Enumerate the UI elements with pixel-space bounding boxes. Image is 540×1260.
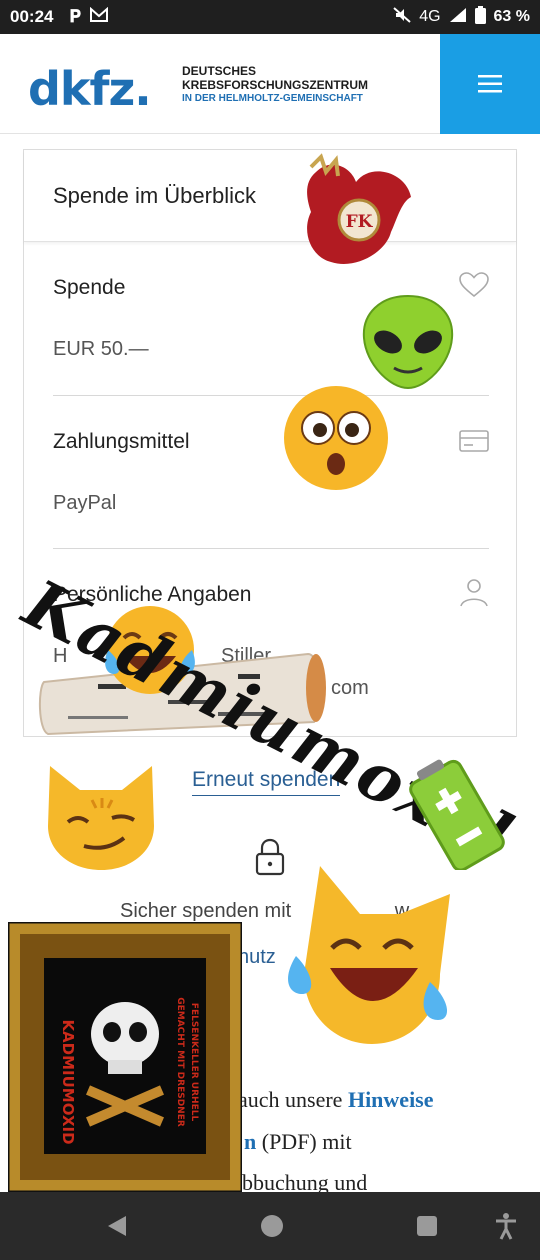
payment-section: Zahlungsmittel PayPal (53, 396, 489, 549)
battery-emoji-sticker (404, 758, 508, 875)
mute-icon (393, 6, 411, 28)
frame-subtitle-1: GEMACHT MIT DRESDNER (175, 997, 185, 1127)
signal-icon (449, 7, 467, 28)
battery-icon (474, 5, 486, 29)
system-nav-bar (0, 1192, 540, 1260)
recents-icon[interactable] (416, 1215, 438, 1242)
home-icon[interactable] (260, 1214, 284, 1243)
pdf-link[interactable]: n (244, 1129, 256, 1154)
alien-emoji-sticker (360, 294, 456, 395)
dragon-badge-sticker: FK (296, 152, 416, 279)
donation-amount: EUR 50.— (53, 338, 149, 360)
info-text: (PDF) mit (256, 1129, 352, 1154)
site-header: dkfz. DEUTSCHES KREBSFORSCHUNGSZENTRUM I… (0, 34, 540, 134)
smirking-cat-emoji-sticker (40, 756, 162, 879)
paypal-notification-icon: 𝐏 (69, 7, 81, 26)
logo-line-3: IN DER HELMHOLTZ-GEMEINSCHAFT (182, 93, 363, 104)
personal-email-end: com (331, 677, 369, 699)
privacy-link[interactable]: hutz (238, 946, 276, 969)
back-icon[interactable] (106, 1214, 128, 1243)
frame-subtitle-2: FELSENKELLER URHELL (189, 1003, 199, 1122)
info-text: auch unsere (238, 1087, 348, 1112)
info-paragraph-line-2: n (PDF) mit (244, 1129, 352, 1155)
menu-button[interactable] (440, 34, 540, 134)
hints-link[interactable]: Hinweise (348, 1087, 434, 1112)
badge-letters: FK (346, 212, 374, 232)
user-icon (459, 577, 489, 612)
frame-title: KADMIUMOXID (59, 1019, 77, 1144)
network-type: 4G (419, 8, 441, 25)
card-title: Spende im Überblick (24, 150, 516, 242)
payment-label: Zahlungsmittel (53, 430, 190, 453)
cat-tears-of-joy-emoji-sticker (280, 864, 476, 1057)
hamburger-icon (478, 75, 502, 93)
dkfz-logo[interactable]: dkfz. (28, 62, 152, 116)
logo-text: DEUTSCHES KREBSFORSCHUNGSZENTRUM IN DER … (182, 64, 368, 106)
framed-skull-poster-sticker: KADMIUMOXID GEMACHT MIT DRESDNER FELSENK… (6, 920, 244, 1197)
donation-label: Spende (53, 276, 126, 299)
astonished-emoji-sticker (282, 384, 390, 497)
credit-card-icon (459, 430, 489, 457)
secure-text-start: Sicher spenden mit (120, 900, 292, 922)
info-paragraph-line-1: auch unsere Hinweise (238, 1087, 434, 1113)
logo-line-2: KREBSFORSCHUNGSZENTRUM (182, 78, 368, 92)
mail-notification-icon (89, 6, 109, 28)
status-time: 00:24 (10, 7, 54, 26)
battery-percent: 63 % (493, 8, 530, 25)
accessibility-icon[interactable] (494, 1212, 518, 1245)
payment-method: PayPal (53, 492, 117, 514)
logo-line-1: DEUTSCHES (182, 64, 257, 78)
status-bar: 00:24 𝐏 4G 63 % (0, 0, 540, 34)
heart-icon (459, 272, 489, 303)
